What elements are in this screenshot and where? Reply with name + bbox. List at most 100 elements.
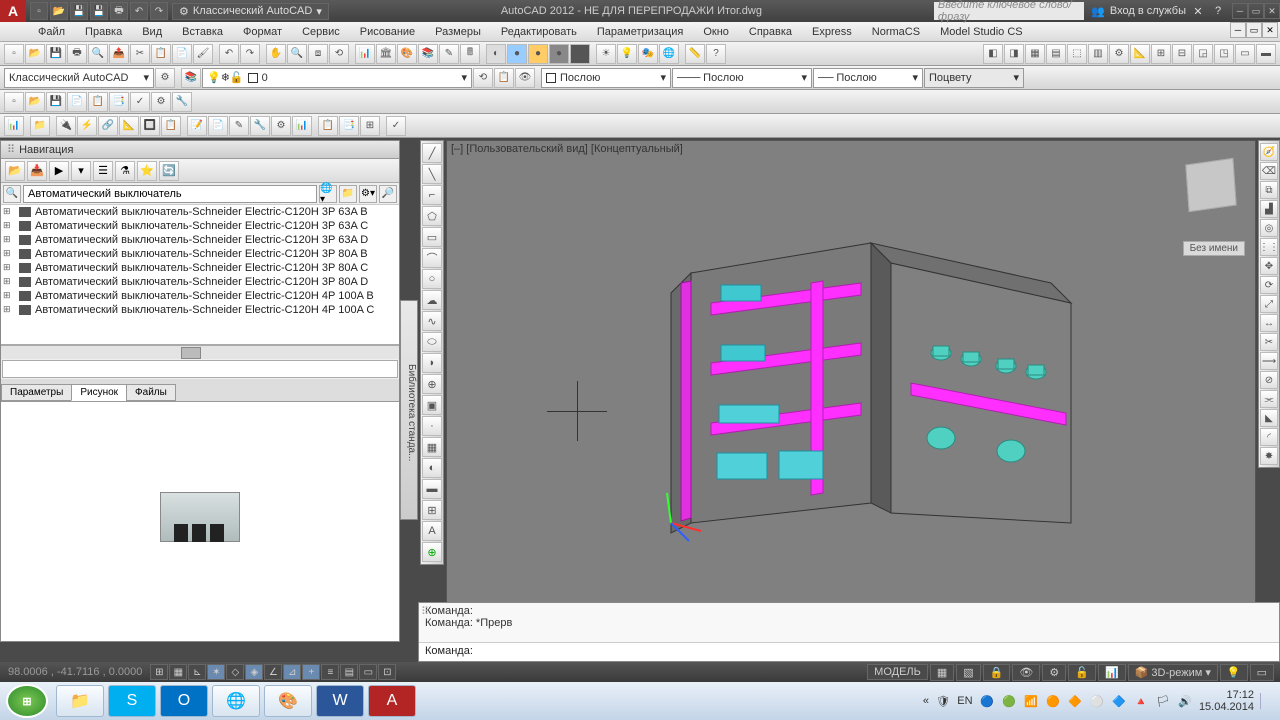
view-noname-label[interactable]: Без имени [1183, 241, 1245, 256]
tb3-8-icon[interactable]: ⚙ [151, 92, 171, 112]
measure-icon[interactable]: 📏 [685, 44, 705, 64]
menu-express[interactable]: Express [804, 24, 860, 40]
nav-tree[interactable]: Автоматический выключатель-Schneider Ele… [1, 205, 399, 345]
view-cube[interactable] [1185, 158, 1236, 212]
fillet-icon[interactable]: ◜ [1260, 428, 1278, 446]
close-button[interactable]: ✕ [1264, 3, 1280, 19]
zoom-prev-icon[interactable]: ⟲ [329, 44, 349, 64]
offset-icon[interactable]: ◎ [1260, 219, 1278, 237]
tpy-toggle[interactable]: ▤ [340, 664, 358, 680]
search-icon[interactable]: 🔍 [3, 185, 21, 203]
qat-saveas-icon[interactable]: 💾 [90, 2, 108, 20]
pline-icon[interactable]: ⌐ [422, 185, 442, 205]
snap-toggle[interactable]: ⊞ [150, 664, 168, 680]
layer-manager-icon[interactable]: 📚 [181, 68, 201, 88]
tb4-7-icon[interactable]: 🔲 [140, 116, 160, 136]
render-icon[interactable]: ☀ [596, 44, 616, 64]
tray-icon-5[interactable]: 🔶 [1067, 693, 1083, 709]
lang-indicator[interactable]: EN [957, 693, 973, 709]
layer-state-icon[interactable]: 📋 [494, 68, 514, 88]
pan-icon[interactable]: ✋ [266, 44, 286, 64]
tree-hscroll[interactable] [1, 345, 399, 359]
3d-mode-button[interactable]: 📦 3D-режим ▾ [1128, 664, 1218, 681]
tb4-12-icon[interactable]: 🔧 [250, 116, 270, 136]
copy-icon[interactable]: 📋 [151, 44, 171, 64]
nav-folder-icon[interactable]: 📁 [339, 185, 357, 203]
layer-combo[interactable]: 💡 ❄ 🔓 0 ▾ [202, 68, 472, 88]
tool-palette-icon[interactable]: 🎨 [397, 44, 417, 64]
vs-wire-icon[interactable]: ● [507, 44, 527, 64]
paste-icon[interactable]: 📄 [172, 44, 192, 64]
menu-file[interactable]: Файл [30, 24, 73, 40]
tb4-9-icon[interactable]: 📝 [187, 116, 207, 136]
tb3-5-icon[interactable]: 📋 [88, 92, 108, 112]
mdi-close[interactable]: ✕ [1262, 22, 1278, 38]
zoom-window-icon[interactable]: ⧈ [308, 44, 328, 64]
menu-view[interactable]: Вид [134, 24, 170, 40]
model-viewport[interactable]: [–] [Пользовательский вид] [Концептуальн… [446, 140, 1256, 626]
zoom-icon[interactable]: 🔍 [287, 44, 307, 64]
ellipse-icon[interactable]: ⬭ [422, 332, 442, 352]
tb4-1-icon[interactable]: 📊 [4, 116, 24, 136]
arc-icon[interactable]: ⌒ [422, 248, 442, 268]
navbar-icon[interactable]: 🧭 [1260, 143, 1278, 161]
nav-dd-icon[interactable]: ▾ [71, 161, 91, 181]
taskbar-outlook[interactable]: O [160, 685, 208, 717]
tb4-16-icon[interactable]: 📑 [339, 116, 359, 136]
erase-icon[interactable]: ⌫ [1260, 162, 1278, 180]
tb4-10-icon[interactable]: 📄 [208, 116, 228, 136]
workspace-combo[interactable]: Классический AutoCAD▾ [4, 68, 154, 88]
osnap-toggle[interactable]: ◇ [226, 664, 244, 680]
nav-go-icon[interactable]: 🌐▾ [319, 185, 337, 203]
tb4-17-icon[interactable]: ⊞ [360, 116, 380, 136]
tb-r5-icon[interactable]: ⬚ [1067, 44, 1087, 64]
rotate-icon[interactable]: ⟳ [1260, 276, 1278, 294]
tray-icon-8[interactable]: 🔺 [1133, 693, 1149, 709]
tb4-8-icon[interactable]: 📋 [161, 116, 181, 136]
coordinates[interactable]: 98.0006 , -41.7116 , 0.0000 [0, 666, 150, 678]
move-icon[interactable]: ✥ [1260, 257, 1278, 275]
qat-open-icon[interactable]: 📂 [50, 2, 68, 20]
design-center-icon[interactable]: 🏛 [376, 44, 396, 64]
tb-r10-icon[interactable]: ⊟ [1172, 44, 1192, 64]
tab-drawing[interactable]: Рисунок [71, 384, 127, 401]
taskbar-paint[interactable]: 🎨 [264, 685, 312, 717]
tb4-3-icon[interactable]: 🔌 [56, 116, 76, 136]
qat-new-icon[interactable]: ▫ [30, 2, 48, 20]
vs-2dwire-icon[interactable]: ◐ [486, 44, 506, 64]
ws-switch-icon[interactable]: ⚙ [1042, 664, 1066, 681]
layer-prev-icon[interactable]: ⟲ [473, 68, 493, 88]
lwt-toggle[interactable]: ≡ [321, 664, 339, 680]
array-icon[interactable]: ⋮⋮ [1260, 238, 1278, 256]
plotstyle-combo[interactable]: Поцвету▾ [924, 68, 1024, 88]
tb-r13-icon[interactable]: ▭ [1235, 44, 1255, 64]
publish-icon[interactable]: 📤 [109, 44, 129, 64]
palette-handle[interactable]: Библиотека станда... [400, 300, 418, 520]
tb-r11-icon[interactable]: ◲ [1193, 44, 1213, 64]
ellipsearc-icon[interactable]: ◗ [422, 353, 442, 373]
color-combo[interactable]: Послою▾ [541, 68, 671, 88]
tb-r4-icon[interactable]: ▤ [1046, 44, 1066, 64]
help-icon[interactable]: ? [1210, 3, 1226, 19]
tb4-4-icon[interactable]: ⚡ [77, 116, 97, 136]
menu-modify[interactable]: Редактировать [493, 24, 585, 40]
tb-r9-icon[interactable]: ⊞ [1151, 44, 1171, 64]
workspace-settings-icon[interactable]: ⚙ [155, 68, 175, 88]
show-desktop[interactable] [1260, 693, 1270, 709]
qat-undo-icon[interactable]: ↶ [130, 2, 148, 20]
qp-toggle[interactable]: ▭ [359, 664, 377, 680]
open-icon[interactable]: 📂 [25, 44, 45, 64]
insert-icon[interactable]: ⊕ [422, 374, 442, 394]
lights-icon[interactable]: 💡 [617, 44, 637, 64]
tree-item[interactable]: Автоматический выключатель-Schneider Ele… [1, 289, 399, 303]
viewport-label[interactable]: [–] [Пользовательский вид] [Концептуальн… [451, 143, 683, 155]
render-env-icon[interactable]: 🌐 [659, 44, 679, 64]
tree-item[interactable]: Автоматический выключатель-Schneider Ele… [1, 275, 399, 289]
nav-refresh-icon[interactable]: 🔄 [159, 161, 179, 181]
tray-icon-6[interactable]: ⚪ [1089, 693, 1105, 709]
tb3-9-icon[interactable]: 🔧 [172, 92, 192, 112]
undo-icon[interactable]: ↶ [219, 44, 239, 64]
addsel-icon[interactable]: ⊕ [422, 542, 442, 562]
cut-icon[interactable]: ✂ [130, 44, 150, 64]
annovis-icon[interactable]: 👁 [1012, 664, 1040, 681]
